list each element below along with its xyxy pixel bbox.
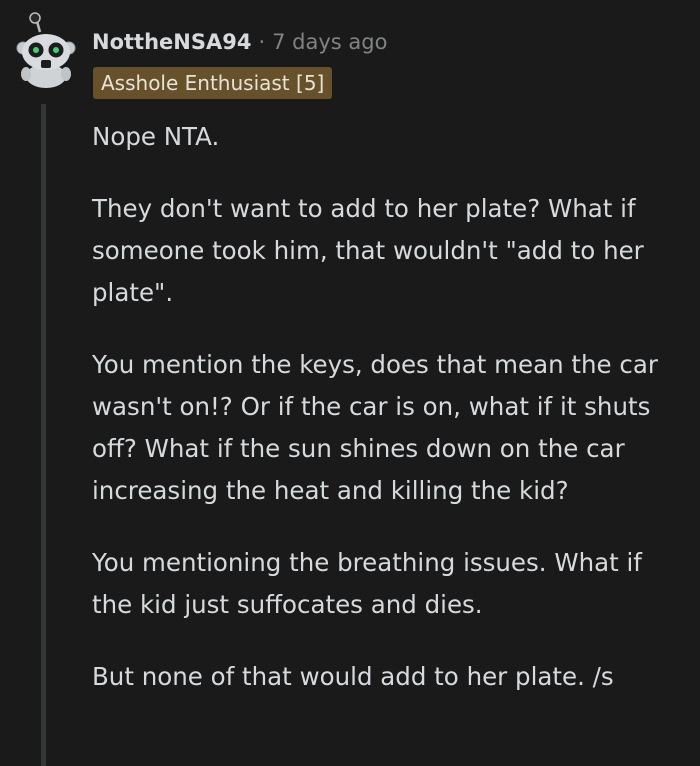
comment-body: Nope NTA. They don't want to add to her …	[92, 116, 682, 728]
user-avatar-icon[interactable]	[14, 12, 78, 88]
meta-separator: ·	[258, 30, 266, 54]
comment-header: NottheNSA94 · 7 days ago	[92, 26, 387, 58]
comment-paragraph: You mention the keys, does that mean the…	[92, 350, 658, 505]
comment-paragraph: But none of that would add to her plate.…	[92, 662, 614, 691]
comment-paragraph: You mentioning the breathing issues. Wha…	[92, 548, 642, 619]
thread-collapse-line[interactable]	[41, 104, 46, 766]
comment-timestamp[interactable]: 7 days ago	[272, 30, 387, 54]
comment-paragraph: Nope NTA.	[92, 122, 220, 151]
username-link[interactable]: NottheNSA94	[92, 30, 251, 54]
user-flair-badge: Asshole Enthusiast [5]	[93, 67, 333, 99]
comment: NottheNSA94 · 7 days ago Asshole Enthusi…	[0, 0, 700, 766]
comment-paragraph: They don't want to add to her plate? Wha…	[92, 194, 644, 307]
